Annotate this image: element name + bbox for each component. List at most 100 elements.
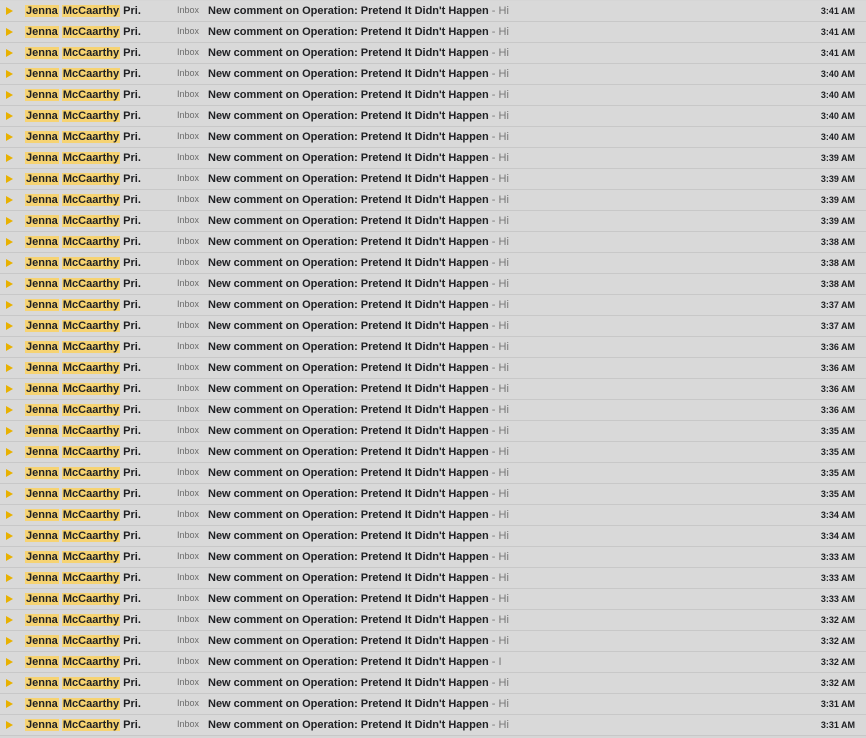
sender-name: Jenna McCaarthy Pri. xyxy=(25,613,141,627)
email-row[interactable]: Jenna McCaarthy Pri. Inbox New comment o… xyxy=(0,358,866,379)
importance-marker-icon[interactable] xyxy=(3,511,13,519)
subject-text: New comment on Operation: Pretend It Did… xyxy=(208,341,489,353)
sender-name: Jenna McCaarthy Pri. xyxy=(25,235,141,249)
email-row[interactable]: Jenna McCaarthy Pri. Inbox New comment o… xyxy=(0,43,866,64)
importance-marker-icon[interactable] xyxy=(3,154,13,162)
importance-marker-icon[interactable] xyxy=(3,364,13,372)
importance-marker-icon[interactable] xyxy=(3,532,13,540)
importance-marker-icon[interactable] xyxy=(3,574,13,582)
importance-marker-icon[interactable] xyxy=(3,175,13,183)
email-row[interactable]: Jenna McCaarthy Pri. Inbox New comment o… xyxy=(0,505,866,526)
email-row[interactable]: Jenna McCaarthy Pri. Inbox New comment o… xyxy=(0,673,866,694)
importance-marker-icon[interactable] xyxy=(3,49,13,57)
sender-name: Jenna McCaarthy Pri. xyxy=(25,340,141,354)
email-row[interactable]: Jenna McCaarthy Pri. Inbox New comment o… xyxy=(0,610,866,631)
email-row[interactable]: Jenna McCaarthy Pri. Inbox New comment o… xyxy=(0,652,866,673)
email-row[interactable]: Jenna McCaarthy Pri. Inbox New comment o… xyxy=(0,547,866,568)
subject-text: New comment on Operation: Pretend It Did… xyxy=(208,110,489,122)
importance-marker-icon[interactable] xyxy=(3,385,13,393)
importance-marker-icon[interactable] xyxy=(3,301,13,309)
sender-name: Jenna McCaarthy Pri. xyxy=(25,718,141,732)
inbox-label: Inbox xyxy=(177,194,200,204)
importance-marker-icon[interactable] xyxy=(3,7,13,15)
importance-marker-icon[interactable] xyxy=(3,406,13,414)
email-row[interactable]: Jenna McCaarthy Pri. Inbox New comment o… xyxy=(0,694,866,715)
subject-text: New comment on Operation: Pretend It Did… xyxy=(208,47,489,59)
importance-marker-icon[interactable] xyxy=(3,322,13,330)
importance-marker-icon[interactable] xyxy=(3,469,13,477)
importance-marker-icon[interactable] xyxy=(3,217,13,225)
snippet-separator: - xyxy=(491,152,496,164)
importance-marker-icon[interactable] xyxy=(3,112,13,120)
email-row[interactable]: Jenna McCaarthy Pri. Inbox New comment o… xyxy=(0,568,866,589)
importance-marker-icon[interactable] xyxy=(3,595,13,603)
importance-marker-icon[interactable] xyxy=(3,616,13,624)
email-row[interactable]: Jenna McCaarthy Pri. Inbox New comment o… xyxy=(0,715,866,736)
email-row[interactable]: Jenna McCaarthy Pri. Inbox New comment o… xyxy=(0,169,866,190)
subject-text: New comment on Operation: Pretend It Did… xyxy=(208,593,489,605)
email-row[interactable]: Jenna McCaarthy Pri. Inbox New comment o… xyxy=(0,337,866,358)
inbox-label: Inbox xyxy=(177,341,200,351)
sender-suffix: Pri. xyxy=(123,68,141,80)
email-row[interactable]: Jenna McCaarthy Pri. Inbox New comment o… xyxy=(0,106,866,127)
sender-name: Jenna McCaarthy Pri. xyxy=(25,67,141,81)
email-row[interactable]: Jenna McCaarthy Pri. Inbox New comment o… xyxy=(0,253,866,274)
importance-marker-icon[interactable] xyxy=(3,679,13,687)
importance-marker-icon[interactable] xyxy=(3,490,13,498)
email-row[interactable]: Jenna McCaarthy Pri. Inbox New comment o… xyxy=(0,631,866,652)
email-time: 3:33 AM xyxy=(820,594,855,604)
importance-marker-icon[interactable] xyxy=(3,637,13,645)
snippet-separator: - xyxy=(491,173,496,185)
importance-marker-icon[interactable] xyxy=(3,91,13,99)
email-row[interactable]: Jenna McCaarthy Pri. Inbox New comment o… xyxy=(0,400,866,421)
email-row[interactable]: Jenna McCaarthy Pri. Inbox New comment o… xyxy=(0,64,866,85)
email-snippet: Hi xyxy=(498,89,509,101)
email-time: 3:40 AM xyxy=(820,132,855,142)
email-snippet: Hi xyxy=(498,614,509,626)
email-row[interactable]: Jenna McCaarthy Pri. Inbox New comment o… xyxy=(0,22,866,43)
email-row[interactable]: Jenna McCaarthy Pri. Inbox New comment o… xyxy=(0,1,866,22)
email-row[interactable]: Jenna McCaarthy Pri. Inbox New comment o… xyxy=(0,526,866,547)
email-row[interactable]: Jenna McCaarthy Pri. Inbox New comment o… xyxy=(0,484,866,505)
email-row[interactable]: Jenna McCaarthy Pri. Inbox New comment o… xyxy=(0,421,866,442)
email-snippet: Hi xyxy=(498,488,509,500)
email-time: 3:38 AM xyxy=(820,237,855,247)
email-row[interactable]: Jenna McCaarthy Pri. Inbox New comment o… xyxy=(0,295,866,316)
importance-marker-icon[interactable] xyxy=(3,238,13,246)
email-subject: New comment on Operation: Pretend It Did… xyxy=(208,424,509,438)
importance-marker-icon[interactable] xyxy=(3,343,13,351)
importance-marker-icon[interactable] xyxy=(3,658,13,666)
email-subject: New comment on Operation: Pretend It Did… xyxy=(208,508,509,522)
importance-marker-icon[interactable] xyxy=(3,553,13,561)
sender-suffix: Pri. xyxy=(123,677,141,689)
email-row[interactable]: Jenna McCaarthy Pri. Inbox New comment o… xyxy=(0,190,866,211)
importance-marker-icon[interactable] xyxy=(3,28,13,36)
email-row[interactable]: Jenna McCaarthy Pri. Inbox New comment o… xyxy=(0,442,866,463)
email-row[interactable]: Jenna McCaarthy Pri. Inbox New comment o… xyxy=(0,148,866,169)
email-snippet: Hi xyxy=(498,698,509,710)
email-row[interactable]: Jenna McCaarthy Pri. Inbox New comment o… xyxy=(0,85,866,106)
email-row[interactable]: Jenna McCaarthy Pri. Inbox New comment o… xyxy=(0,127,866,148)
email-row[interactable]: Jenna McCaarthy Pri. Inbox New comment o… xyxy=(0,274,866,295)
importance-marker-icon[interactable] xyxy=(3,448,13,456)
importance-marker-icon[interactable] xyxy=(3,700,13,708)
importance-marker-icon[interactable] xyxy=(3,259,13,267)
sender-name: Jenna McCaarthy Pri. xyxy=(25,655,141,669)
importance-marker-icon[interactable] xyxy=(3,133,13,141)
email-snippet: Hi xyxy=(498,404,509,416)
email-time: 3:41 AM xyxy=(820,6,855,16)
email-row[interactable]: Jenna McCaarthy Pri. Inbox New comment o… xyxy=(0,316,866,337)
email-row[interactable]: Jenna McCaarthy Pri. Inbox New comment o… xyxy=(0,379,866,400)
importance-marker-icon[interactable] xyxy=(3,196,13,204)
email-row[interactable]: Jenna McCaarthy Pri. Inbox New comment o… xyxy=(0,589,866,610)
snippet-separator: - xyxy=(491,656,496,668)
sender-name: Jenna McCaarthy Pri. xyxy=(25,487,141,501)
importance-marker-icon[interactable] xyxy=(3,721,13,729)
importance-marker-icon[interactable] xyxy=(3,70,13,78)
importance-marker-icon[interactable] xyxy=(3,280,13,288)
importance-marker-icon[interactable] xyxy=(3,427,13,435)
email-subject: New comment on Operation: Pretend It Did… xyxy=(208,634,509,648)
email-row[interactable]: Jenna McCaarthy Pri. Inbox New comment o… xyxy=(0,463,866,484)
email-row[interactable]: Jenna McCaarthy Pri. Inbox New comment o… xyxy=(0,211,866,232)
email-row[interactable]: Jenna McCaarthy Pri. Inbox New comment o… xyxy=(0,232,866,253)
